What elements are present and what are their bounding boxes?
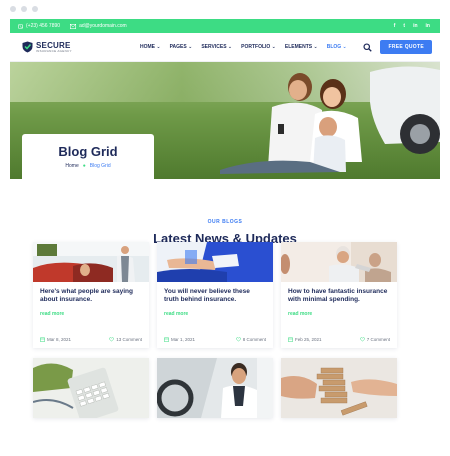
instagram-icon[interactable]: in <box>426 23 430 29</box>
post-date: Mar 8, 2021 <box>40 337 71 342</box>
main-navbar: SECURE INSURANCE AGENCY HOME ⌄ PAGES ⌄ S… <box>10 33 440 62</box>
post-comments[interactable]: 8 Comment <box>235 337 266 342</box>
blog-card-meta: Mar 1, 2021 8 Comment <box>164 337 266 342</box>
search-icon[interactable] <box>363 42 373 52</box>
blog-card-image[interactable] <box>281 358 397 418</box>
email-link[interactable]: ad@yourdomain.com <box>70 23 127 29</box>
free-quote-button[interactable]: FREE QUOTE <box>380 40 432 54</box>
blog-card-image[interactable] <box>33 242 149 282</box>
twitter-icon[interactable]: t <box>403 23 405 29</box>
read-more-link[interactable]: read more <box>288 311 390 317</box>
breadcrumb: Home ● Blog Grid <box>65 163 110 169</box>
window-dot[interactable] <box>32 6 38 12</box>
blog-card-title[interactable]: You will never believe these truth behin… <box>164 288 266 305</box>
site-logo[interactable]: SECURE INSURANCE AGENCY <box>22 41 130 53</box>
section-eyebrow: OUR BLOGS <box>207 219 243 225</box>
brand-tagline: INSURANCE AGENCY <box>36 48 72 53</box>
mail-icon <box>70 23 77 29</box>
phone-icon <box>18 23 23 29</box>
page-title: Blog Grid <box>58 144 118 159</box>
blog-card-title[interactable]: Here's what people are saying about insu… <box>40 288 142 305</box>
linkedin-icon[interactable]: in <box>413 23 417 29</box>
calendar-icon <box>164 337 169 342</box>
nav-item-blog[interactable]: BLOG ⌄ <box>327 44 347 50</box>
shield-icon <box>22 41 33 53</box>
blog-card[interactable]: You will never believe these truth behin… <box>157 242 273 348</box>
breadcrumb-current: Blog Grid <box>89 163 111 169</box>
blog-card-meta: Mar 8, 2021 13 Comment <box>40 337 142 342</box>
main-menu: HOME ⌄ PAGES ⌄ SERVICES ⌄ PORTFOLIO ⌄ EL… <box>140 44 347 50</box>
blog-card-image[interactable] <box>157 358 273 418</box>
blog-card[interactable] <box>157 358 273 418</box>
read-more-link[interactable]: read more <box>40 311 142 317</box>
window-dot[interactable] <box>10 6 16 12</box>
phone-number: (+23) 456 7890 <box>26 23 61 29</box>
breadcrumb-home[interactable]: Home <box>65 163 78 169</box>
nav-item-elements[interactable]: ELEMENTS ⌄ <box>285 44 318 50</box>
phone-link[interactable]: (+23) 456 7890 <box>18 23 60 29</box>
blog-card[interactable]: How to have fantastic insurance with min… <box>281 242 397 348</box>
window-dot[interactable] <box>21 6 27 12</box>
heart-icon <box>235 337 241 342</box>
post-comments[interactable]: 7 Comment <box>359 337 390 342</box>
nav-item-pages[interactable]: PAGES ⌄ <box>170 44 193 50</box>
nav-item-services[interactable]: SERVICES ⌄ <box>201 44 232 50</box>
nav-item-home[interactable]: HOME ⌄ <box>140 44 161 50</box>
window-dots <box>10 6 38 12</box>
nav-item-portfolio[interactable]: PORTFOLIO ⌄ <box>241 44 276 50</box>
read-more-link[interactable]: read more <box>164 311 266 317</box>
facebook-icon[interactable]: f <box>394 23 396 29</box>
blog-card-image[interactable] <box>33 358 149 418</box>
blog-card-title[interactable]: How to have fantastic insurance with min… <box>288 288 390 305</box>
breadcrumb-separator: ● <box>82 163 86 169</box>
post-date: Feb 25, 2021 <box>288 337 322 342</box>
post-date: Mar 1, 2021 <box>164 337 195 342</box>
top-bar: (+23) 456 7890 ad@yourdomain.com f t in … <box>10 19 440 33</box>
blog-card-image[interactable] <box>157 242 273 282</box>
contact-info: (+23) 456 7890 ad@yourdomain.com <box>18 23 127 29</box>
blog-card[interactable] <box>281 358 397 418</box>
calendar-icon <box>40 337 45 342</box>
blog-grid: Here's what people are saying about insu… <box>33 242 397 418</box>
email-address: ad@yourdomain.com <box>79 23 127 29</box>
page-banner: Blog Grid Home ● Blog Grid <box>10 62 440 179</box>
blog-card-image[interactable] <box>281 242 397 282</box>
heart-icon <box>359 337 365 342</box>
blog-card[interactable]: Here's what people are saying about insu… <box>33 242 149 348</box>
social-links: f t in in <box>394 23 430 29</box>
post-comments[interactable]: 13 Comment <box>109 337 142 342</box>
browser-frame: (+23) 456 7890 ad@yourdomain.com f t in … <box>0 0 450 456</box>
calendar-icon <box>288 337 293 342</box>
blog-card-meta: Feb 25, 2021 7 Comment <box>288 337 390 342</box>
blog-card[interactable] <box>33 358 149 418</box>
heart-icon <box>109 337 115 342</box>
page-title-card: Blog Grid Home ● Blog Grid <box>22 134 154 179</box>
